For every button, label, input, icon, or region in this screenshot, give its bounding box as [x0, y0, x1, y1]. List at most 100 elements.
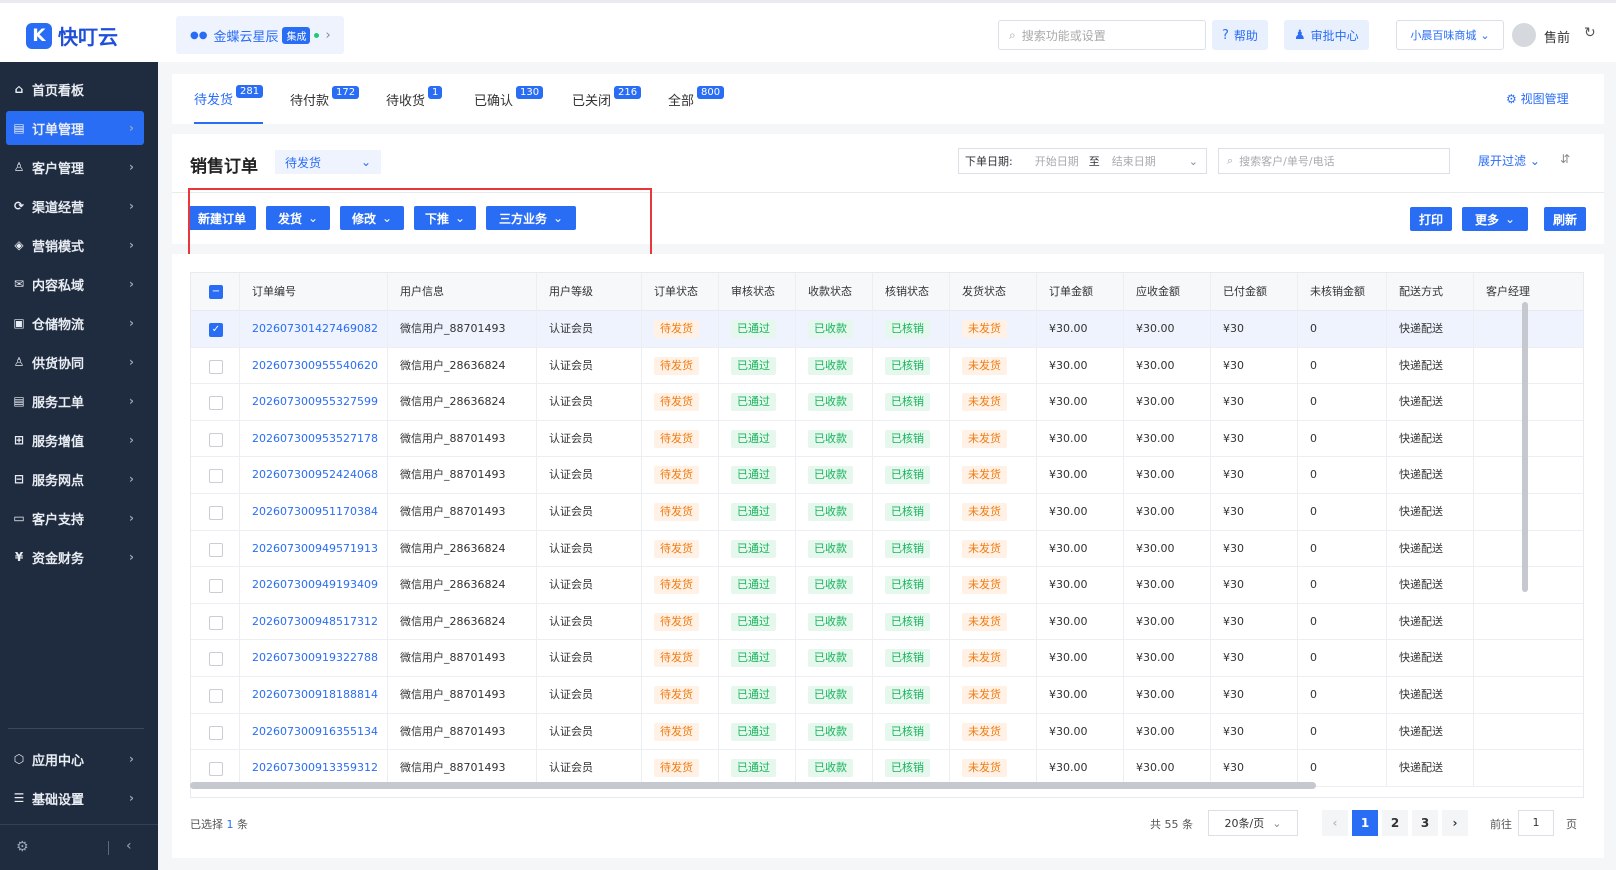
row-checkbox[interactable]	[209, 396, 223, 411]
store-selector[interactable]: 小晨百味商城 ⌄	[1396, 20, 1504, 50]
user-name[interactable]: 售前	[1544, 27, 1570, 46]
tab-1[interactable]: 待付款 172	[290, 74, 360, 124]
row-checkbox[interactable]: ✓	[209, 323, 223, 337]
sidebar-item-0[interactable]: ⌂ 首页看板	[6, 72, 144, 106]
page-button[interactable]: 1	[1352, 810, 1378, 836]
sidebar-item-12[interactable]: ¥ 资金财务 ›	[6, 540, 144, 574]
sidebar-item-8[interactable]: ▤ 服务工单 ›	[6, 384, 144, 418]
table-row[interactable]: ✓ 202607301427469082 微信用户_88701493 认证会员 待发货 已…	[191, 311, 1583, 348]
cell-id[interactable]: 202607300955540620	[240, 347, 388, 385]
vertical-scrollbar[interactable]	[1522, 302, 1528, 592]
sort-icon[interactable]: ⇵	[1560, 152, 1570, 166]
cell-id[interactable]: 202607300949193409	[240, 567, 388, 604]
page-button[interactable]: 3	[1412, 810, 1438, 836]
column-header[interactable]: 未核销金额	[1298, 273, 1387, 311]
cell-id[interactable]: 202607300916355134	[240, 713, 388, 751]
product-switcher[interactable]: ●● 金蝶云星辰 集成 ›	[176, 16, 344, 54]
gear-icon[interactable]: ⚙	[16, 839, 29, 855]
sidebar-item-1[interactable]: ▤ 订单管理 ›	[6, 111, 144, 145]
sidebar-bottom-item-1[interactable]: ☰ 基础设置 ›	[6, 781, 144, 815]
table-row[interactable]: 202607300955327599 微信用户_28636824 认证会员 待发货 已通…	[191, 384, 1583, 421]
sidebar-item-4[interactable]: ◈ 营销模式 ›	[6, 228, 144, 262]
row-checkbox[interactable]	[209, 762, 223, 777]
cell-id[interactable]: 202607300953527178	[240, 420, 388, 458]
tab-5[interactable]: 全部 800	[668, 74, 725, 124]
column-header[interactable]: 审核状态	[719, 273, 796, 311]
column-header[interactable]: 应收金额	[1124, 273, 1211, 311]
view-manage-button[interactable]: ⚙ 视图管理	[1506, 90, 1596, 107]
tab-4[interactable]: 已关闭 216	[572, 74, 642, 124]
cell-id[interactable]: 202607300918188814	[240, 677, 388, 714]
column-header[interactable]: 订单编号	[240, 273, 388, 311]
row-checkbox[interactable]	[209, 432, 223, 447]
tab-3[interactable]: 已确认 130	[474, 74, 544, 124]
page-size-select[interactable]: 20条/页 ⌄	[1208, 810, 1298, 836]
table-row[interactable]: 202607300948517312 微信用户_28636824 认证会员 待发货 已通…	[191, 603, 1583, 641]
sidebar-item-6[interactable]: ▣ 仓储物流 ›	[6, 306, 144, 340]
avatar[interactable]	[1512, 23, 1536, 47]
start-date-input[interactable]: 开始日期	[1035, 153, 1079, 169]
brand-logo[interactable]: K 快叮云	[26, 21, 118, 50]
sidebar-item-10[interactable]: ⊟ 服务网点 ›	[6, 462, 144, 496]
column-header[interactable]: 核销状态	[873, 273, 950, 311]
select-all-checkbox[interactable]: −	[209, 285, 223, 299]
row-checkbox[interactable]	[209, 725, 223, 740]
goto-page-input[interactable]: 1	[1518, 810, 1554, 836]
sidebar-item-9[interactable]: ⊞ 服务增值 ›	[6, 423, 144, 457]
print-button[interactable]: 打印	[1410, 207, 1452, 231]
cell-id[interactable]: 202607300955327599	[240, 384, 388, 421]
column-header[interactable]: 已付金额	[1211, 273, 1298, 311]
sidebar-bottom-item-0[interactable]: ⬡ 应用中心 ›	[6, 742, 144, 776]
table-row[interactable]: 202607300949193409 微信用户_28636824 认证会员 待发货 已通…	[191, 567, 1583, 604]
collapse-sidebar-icon[interactable]: ‹	[126, 838, 132, 854]
table-row[interactable]: 202607300955540620 微信用户_28636824 认证会员 待发货 已通…	[191, 347, 1583, 385]
cell-id[interactable]: 202607300951170384	[240, 494, 388, 531]
refresh-button[interactable]: 刷新	[1544, 207, 1586, 231]
column-header[interactable]: 用户信息	[388, 273, 537, 311]
table-row[interactable]: 202607300949571913 微信用户_28636824 认证会员 待发货 已通…	[191, 530, 1583, 568]
sidebar-item-2[interactable]: ♙ 客户管理 ›	[6, 150, 144, 184]
approval-center-button[interactable]: ♟ 审批中心	[1284, 20, 1369, 50]
cell-id[interactable]: 202607301427469082	[240, 311, 388, 348]
row-checkbox[interactable]	[209, 359, 223, 374]
more-button[interactable]: 更多 ⌄	[1462, 207, 1528, 231]
cell-id[interactable]: 202607300948517312	[240, 603, 388, 641]
expand-filter-button[interactable]: 展开过滤 ⌄	[1478, 152, 1540, 169]
column-header[interactable]: 收款状态	[796, 273, 873, 311]
row-checkbox[interactable]	[209, 542, 223, 557]
page-button[interactable]: 2	[1382, 810, 1408, 836]
table-row[interactable]: 202607300951170384 微信用户_88701493 认证会员 待发货 已通…	[191, 494, 1583, 531]
order-search-input[interactable]: ⌕ 搜索客户/单号/电话	[1218, 148, 1450, 174]
table-row[interactable]: 202607300952424068 微信用户_88701493 认证会员 待发货 已通…	[191, 457, 1583, 494]
refresh-icon[interactable]: ↻	[1584, 25, 1596, 41]
row-checkbox[interactable]	[209, 469, 223, 484]
row-checkbox[interactable]	[209, 689, 223, 703]
table-row[interactable]: 202607300919322788 微信用户_88701493 认证会员 待发货 已通…	[191, 640, 1583, 677]
table-row[interactable]: 202607300916355134 微信用户_88701493 认证会员 待发货 已通…	[191, 713, 1583, 751]
prev-page-button[interactable]: ‹	[1322, 810, 1348, 836]
cell-id[interactable]: 202607300952424068	[240, 457, 388, 494]
column-header[interactable]: 客户经理	[1474, 273, 1583, 311]
view-select[interactable]: 待发货 ⌄	[275, 150, 381, 174]
tab-2[interactable]: 待收货 1	[386, 74, 443, 124]
next-page-button[interactable]: ›	[1442, 810, 1468, 836]
table-row[interactable]: 202607300918188814 微信用户_88701493 认证会员 待发货 已通…	[191, 677, 1583, 714]
row-checkbox[interactable]	[209, 615, 223, 630]
column-header[interactable]: 发货状态	[950, 273, 1037, 311]
sidebar-item-11[interactable]: ▭ 客户支持 ›	[6, 501, 144, 535]
help-button[interactable]: ? 帮助	[1212, 20, 1268, 50]
tab-0[interactable]: 待发货 281	[194, 74, 264, 124]
row-checkbox[interactable]	[209, 579, 223, 594]
horizontal-scrollbar[interactable]	[190, 782, 1316, 789]
cell-id[interactable]: 202607300949571913	[240, 530, 388, 568]
column-header[interactable]: 订单状态	[642, 273, 719, 311]
table-row[interactable]: 202607300953527178 微信用户_88701493 认证会员 待发货 已通…	[191, 420, 1583, 458]
global-search-input[interactable]: ⌕ 搜索功能或设置	[998, 20, 1206, 50]
cell-id[interactable]: 202607300919322788	[240, 640, 388, 677]
column-header[interactable]: 用户等级	[537, 273, 642, 311]
column-header[interactable]: 订单金额	[1037, 273, 1124, 311]
sidebar-item-3[interactable]: ⟳ 渠道经营 ›	[6, 189, 144, 223]
end-date-input[interactable]: 结束日期	[1112, 153, 1156, 169]
row-checkbox[interactable]	[209, 652, 223, 667]
order-date-range[interactable]: 下单日期: 开始日期 至 结束日期 ⌄	[958, 148, 1207, 174]
